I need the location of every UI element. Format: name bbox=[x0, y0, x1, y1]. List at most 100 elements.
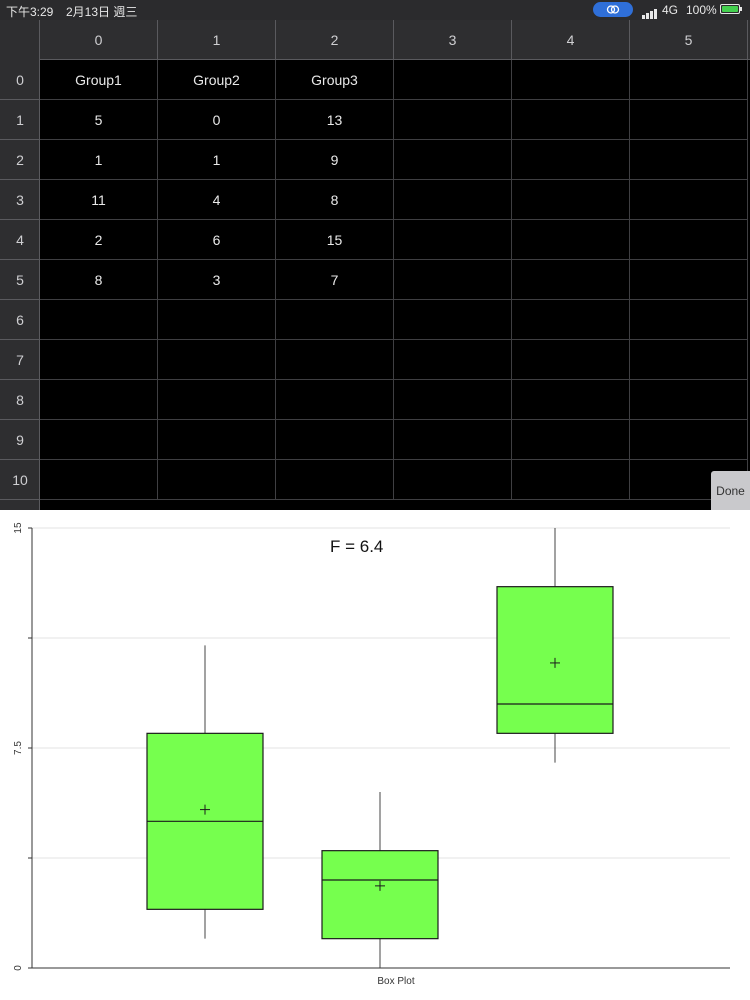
table-cell[interactable] bbox=[512, 100, 630, 140]
table-cell[interactable] bbox=[276, 340, 394, 380]
table-cell[interactable] bbox=[512, 420, 630, 460]
status-date: 2月13日 週三 bbox=[66, 5, 138, 19]
table-cell[interactable]: Group2 bbox=[158, 60, 276, 100]
cell-signal-icon bbox=[642, 5, 658, 19]
y-tick-label: 15 bbox=[13, 522, 24, 534]
column-header-4[interactable]: 4 bbox=[512, 20, 630, 60]
table-cell[interactable]: 7 bbox=[276, 260, 394, 300]
table-cell[interactable]: 1 bbox=[40, 140, 158, 180]
table-cell[interactable]: 1 bbox=[158, 140, 276, 180]
spreadsheet-grid: 0 1 2 3 4 5 0 1 2 3 4 5 6 7 8 9 10 Group1 Group2 Group3 5 0 13… bbox=[0, 20, 750, 510]
table-cell[interactable]: 9 bbox=[276, 140, 394, 180]
table-cell[interactable] bbox=[40, 380, 158, 420]
chart-title: F = 6.4 bbox=[330, 537, 384, 556]
table-cell[interactable]: 8 bbox=[276, 180, 394, 220]
table-cell[interactable] bbox=[630, 60, 748, 100]
table-cell[interactable] bbox=[394, 260, 512, 300]
x-axis-label: Box Plot bbox=[377, 976, 414, 987]
table-cell[interactable]: 0 bbox=[158, 100, 276, 140]
table-cell[interactable] bbox=[158, 420, 276, 460]
row-header-2[interactable]: 2 bbox=[0, 140, 40, 180]
status-bar: 下午3:29 2月13日 週三 4G 100% bbox=[0, 0, 750, 20]
table-cell[interactable] bbox=[394, 220, 512, 260]
row-header-8[interactable]: 8 bbox=[0, 380, 40, 420]
table-cell[interactable] bbox=[512, 380, 630, 420]
table-cell[interactable]: 4 bbox=[158, 180, 276, 220]
row-header-7[interactable]: 7 bbox=[0, 340, 40, 380]
table-cell[interactable]: 13 bbox=[276, 100, 394, 140]
table-cell[interactable]: 8 bbox=[40, 260, 158, 300]
table-cell[interactable] bbox=[512, 180, 630, 220]
table-cell[interactable] bbox=[630, 140, 748, 180]
table-cell[interactable] bbox=[630, 300, 748, 340]
table-cell[interactable] bbox=[630, 220, 748, 260]
column-header-3[interactable]: 3 bbox=[394, 20, 512, 60]
screen-mirroring-icon bbox=[593, 2, 633, 17]
table-cell[interactable] bbox=[630, 260, 748, 300]
box-plot-svg: 0 7.5 15 Box Plot bbox=[13, 522, 730, 987]
table-cell[interactable]: 6 bbox=[158, 220, 276, 260]
column-header-2[interactable]: 2 bbox=[276, 20, 394, 60]
table-cell[interactable] bbox=[630, 100, 748, 140]
table-cell[interactable] bbox=[512, 340, 630, 380]
table-cell[interactable] bbox=[512, 260, 630, 300]
table-cell[interactable] bbox=[276, 380, 394, 420]
table-cell[interactable]: Group1 bbox=[40, 60, 158, 100]
table-cell[interactable] bbox=[630, 340, 748, 380]
table-cell[interactable] bbox=[40, 460, 158, 500]
row-header-4[interactable]: 4 bbox=[0, 220, 40, 260]
row-header-9[interactable]: 9 bbox=[0, 420, 40, 460]
table-cell[interactable]: 2 bbox=[40, 220, 158, 260]
table-cell[interactable] bbox=[158, 340, 276, 380]
table-cell[interactable] bbox=[276, 300, 394, 340]
row-header-0[interactable]: 0 bbox=[0, 60, 40, 100]
table-cell[interactable] bbox=[394, 100, 512, 140]
battery-icon bbox=[720, 4, 742, 14]
table-cell[interactable] bbox=[512, 220, 630, 260]
table-cell[interactable] bbox=[394, 380, 512, 420]
row-header-1[interactable]: 1 bbox=[0, 100, 40, 140]
table-cell[interactable] bbox=[394, 140, 512, 180]
box-group2 bbox=[321, 850, 439, 940]
table-cell[interactable] bbox=[276, 420, 394, 460]
table-cell[interactable] bbox=[512, 460, 630, 500]
column-header-1[interactable]: 1 bbox=[158, 20, 276, 60]
table-cell[interactable] bbox=[40, 300, 158, 340]
table-cell[interactable] bbox=[158, 460, 276, 500]
table-cell[interactable]: 5 bbox=[40, 100, 158, 140]
status-time: 下午3:29 bbox=[6, 5, 54, 19]
table-cell[interactable] bbox=[276, 460, 394, 500]
row-header-3[interactable]: 3 bbox=[0, 180, 40, 220]
table-cell[interactable] bbox=[40, 340, 158, 380]
table-cell[interactable] bbox=[394, 420, 512, 460]
table-cell[interactable]: 3 bbox=[158, 260, 276, 300]
table-cell[interactable] bbox=[512, 140, 630, 180]
y-tick-label: 0 bbox=[13, 965, 24, 971]
done-button[interactable]: Done bbox=[711, 471, 750, 510]
table-cell[interactable] bbox=[158, 300, 276, 340]
column-header-0[interactable]: 0 bbox=[40, 20, 158, 60]
table-cell[interactable] bbox=[512, 300, 630, 340]
table-cell[interactable] bbox=[158, 380, 276, 420]
row-header-5[interactable]: 5 bbox=[0, 260, 40, 300]
box-plot-chart: 0 7.5 15 Box Plot F = 6.4 bbox=[0, 510, 750, 1000]
table-cell[interactable] bbox=[630, 380, 748, 420]
table-cell[interactable] bbox=[394, 300, 512, 340]
table-cell[interactable] bbox=[512, 60, 630, 100]
table-cell[interactable]: 11 bbox=[40, 180, 158, 220]
table-cell[interactable] bbox=[394, 340, 512, 380]
table-cell[interactable]: Group3 bbox=[276, 60, 394, 100]
table-cell[interactable] bbox=[394, 180, 512, 220]
table-cell[interactable] bbox=[630, 420, 748, 460]
battery-percent: 100% bbox=[686, 3, 717, 17]
table-cell[interactable] bbox=[630, 180, 748, 220]
carrier-label: 4G bbox=[662, 3, 679, 17]
table-cell[interactable] bbox=[40, 420, 158, 460]
table-cell[interactable] bbox=[394, 60, 512, 100]
table-cell[interactable]: 15 bbox=[276, 220, 394, 260]
row-header-10[interactable]: 10 bbox=[0, 460, 40, 500]
column-header-5[interactable]: 5 bbox=[630, 20, 748, 60]
y-tick-label: 7.5 bbox=[13, 741, 24, 755]
row-header-6[interactable]: 6 bbox=[0, 300, 40, 340]
table-cell[interactable] bbox=[394, 460, 512, 500]
